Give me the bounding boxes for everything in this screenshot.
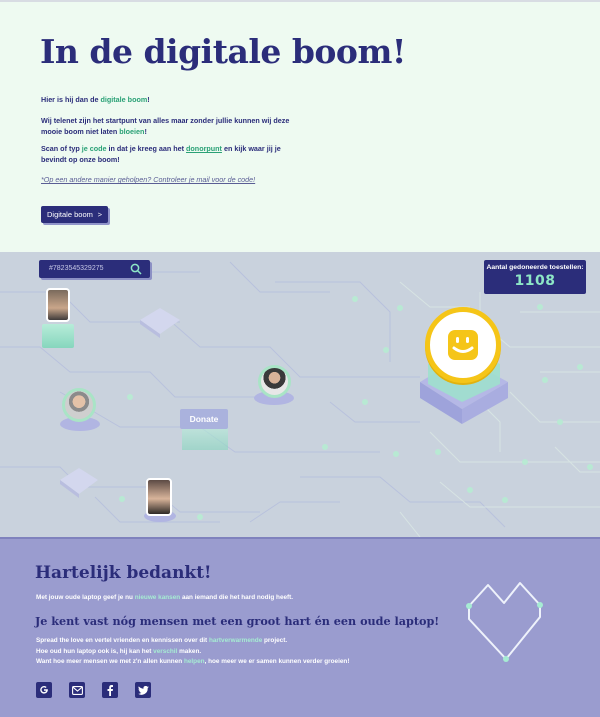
thanks-section: Hartelijk bedankt! Met jouw oude laptop … xyxy=(0,537,600,717)
donorpunt-link[interactable]: donorpunt xyxy=(186,144,222,153)
search-value: #7823545329275 xyxy=(49,265,104,272)
donate-button[interactable]: Donate xyxy=(180,409,228,429)
share-text: Spread the love en vertel vrienden en ke… xyxy=(36,637,350,665)
google-share-button[interactable] xyxy=(36,682,52,698)
digitale-boom-button-label: Digitale boom xyxy=(47,210,93,219)
facebook-share-button[interactable] xyxy=(102,682,118,698)
intro-line-1: Hier is hij dan de digitale boom! xyxy=(41,95,150,104)
counter-label: Aantal gedoneerde toestellen: xyxy=(486,264,584,271)
digitale-boom-button[interactable]: Digitale boom > xyxy=(41,206,108,223)
thanks-text: Met jouw oude laptop geef je nu nieuwe k… xyxy=(36,594,294,601)
twitter-share-button[interactable] xyxy=(135,682,151,698)
donor-tile xyxy=(42,324,74,348)
thanks-subtitle: Je kent vast nóg mensen met een groot ha… xyxy=(35,614,440,628)
mail-icon xyxy=(71,685,83,695)
donate-tile xyxy=(182,428,228,450)
google-icon xyxy=(40,686,48,694)
intro-line-3: Scan of typ je code in dat je kreeg aan … xyxy=(41,144,281,165)
donor-photo[interactable] xyxy=(146,478,172,516)
counter-value: 1108 xyxy=(514,273,556,289)
heart-circuit-icon xyxy=(466,582,543,662)
intro-line-2: Wij telenet zijn het startpunt van alles… xyxy=(41,116,290,137)
hero-section: In de digitale boom! Hier is hij dan de … xyxy=(0,0,600,252)
digitale-boom-link: digitale boom xyxy=(100,95,148,104)
donor-photo[interactable] xyxy=(46,288,70,322)
twitter-icon xyxy=(137,685,149,695)
code-search-input[interactable]: #7823545329275 xyxy=(39,260,150,278)
alt-help-note[interactable]: *Op een andere manier geholpen? Controle… xyxy=(41,174,291,185)
donor-avatar[interactable] xyxy=(258,365,291,398)
search-icon[interactable] xyxy=(130,263,142,275)
donor-avatar[interactable] xyxy=(62,388,96,422)
digital-tree-board: #7823545329275 Aantal gedoneerde toestel… xyxy=(0,252,600,537)
page-title: In de digitale boom! xyxy=(40,32,406,71)
facebook-icon xyxy=(107,684,113,696)
donated-devices-counter: Aantal gedoneerde toestellen: 1108 xyxy=(484,260,586,294)
mail-share-button[interactable] xyxy=(69,682,85,698)
chevron-right-icon: > xyxy=(97,210,102,219)
telenet-root-node[interactable] xyxy=(425,307,501,383)
thanks-title: Hartelijk bedankt! xyxy=(35,563,212,583)
telenet-logo-icon xyxy=(448,330,478,360)
